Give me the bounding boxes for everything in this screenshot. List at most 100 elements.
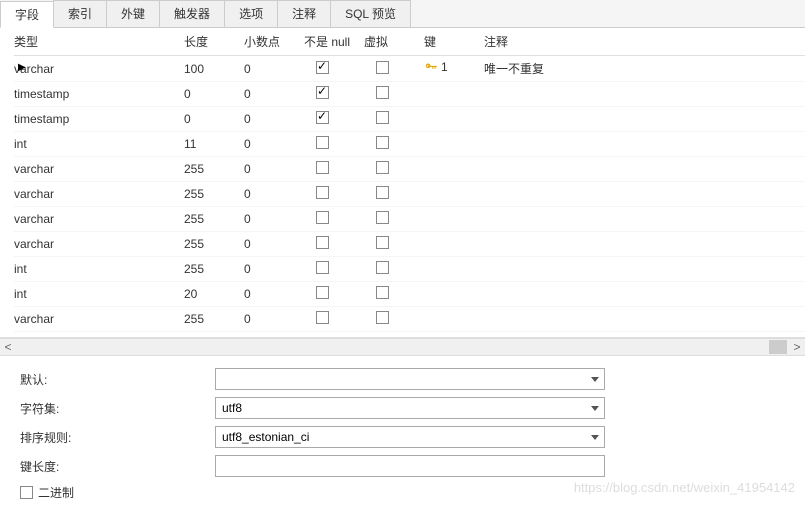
scroll-right-arrow[interactable]: > xyxy=(789,340,805,354)
table-row[interactable]: varchar 255 0 xyxy=(14,207,805,232)
cell-length[interactable]: 11 xyxy=(184,137,196,151)
virtual-checkbox[interactable] xyxy=(376,186,389,199)
cell-decimals[interactable]: 0 xyxy=(244,287,251,301)
table-row[interactable]: varchar 255 0 xyxy=(14,232,805,257)
charset-label: 字符集: xyxy=(20,400,215,417)
default-select[interactable] xyxy=(215,368,605,390)
cell-length[interactable]: 0 xyxy=(184,87,191,101)
cell-type[interactable]: int xyxy=(14,137,27,151)
cell-decimals[interactable]: 0 xyxy=(244,162,251,176)
notnull-checkbox[interactable] xyxy=(316,211,329,224)
tab-0[interactable]: 字段 xyxy=(0,1,54,28)
collation-select[interactable] xyxy=(215,426,605,448)
cell-length[interactable]: 0 xyxy=(184,112,191,126)
cell-type[interactable]: int xyxy=(14,287,27,301)
notnull-checkbox[interactable] xyxy=(316,286,329,299)
notnull-checkbox[interactable] xyxy=(316,311,329,324)
table-row[interactable]: int 20 0 xyxy=(14,282,805,307)
tab-bar: 字段索引外键触发器选项注释SQL 预览 xyxy=(0,0,805,28)
cell-decimals[interactable]: 0 xyxy=(244,187,251,201)
cell-length[interactable]: 255 xyxy=(184,212,204,226)
binary-label: 二进制 xyxy=(38,484,74,501)
col-header-comment[interactable]: 注释 xyxy=(484,28,805,56)
table-row[interactable]: varchar 255 0 xyxy=(14,182,805,207)
tab-2[interactable]: 外键 xyxy=(106,0,160,27)
cell-decimals[interactable]: 0 xyxy=(244,262,251,276)
tab-3[interactable]: 触发器 xyxy=(159,0,225,27)
tab-6[interactable]: SQL 预览 xyxy=(330,0,411,27)
binary-checkbox[interactable] xyxy=(20,486,33,499)
col-header-decimals[interactable]: 小数点 xyxy=(244,28,304,56)
key-length-label: 键长度: xyxy=(20,458,215,475)
virtual-checkbox[interactable] xyxy=(376,286,389,299)
grid-header: 类型 长度 小数点 不是 null 虚拟 键 注释 xyxy=(14,28,805,56)
cell-type[interactable]: varchar xyxy=(14,162,54,176)
table-row[interactable]: varchar 255 0 xyxy=(14,307,805,332)
cell-type[interactable]: timestamp xyxy=(14,87,69,101)
current-row-marker: ▶ xyxy=(18,62,26,73)
horizontal-scrollbar[interactable]: < > xyxy=(0,338,805,356)
virtual-checkbox[interactable] xyxy=(376,86,389,99)
table-row[interactable]: ▶varchar10001唯一不重复 xyxy=(14,56,805,82)
collation-label: 排序规则: xyxy=(20,429,215,446)
virtual-checkbox[interactable] xyxy=(376,311,389,324)
virtual-checkbox[interactable] xyxy=(376,261,389,274)
cell-decimals[interactable]: 0 xyxy=(244,62,251,76)
virtual-checkbox[interactable] xyxy=(376,111,389,124)
charset-select[interactable] xyxy=(215,397,605,419)
notnull-checkbox[interactable] xyxy=(316,261,329,274)
table-row[interactable]: int 11 0 xyxy=(14,132,805,157)
cell-length[interactable]: 255 xyxy=(184,312,204,326)
scroll-thumb[interactable] xyxy=(769,340,787,354)
fields-grid[interactable]: 类型 长度 小数点 不是 null 虚拟 键 注释 ▶ varchar 100 0 1 唯… xyxy=(0,28,805,338)
cell-comment[interactable]: 唯一不重复 xyxy=(484,62,544,76)
tab-4[interactable]: 选项 xyxy=(224,0,278,27)
notnull-checkbox[interactable] xyxy=(316,136,329,149)
table-row[interactable]: timestamp 0 0 xyxy=(14,82,805,107)
cell-type[interactable]: timestamp xyxy=(14,112,69,126)
cell-type[interactable]: int xyxy=(14,262,27,276)
cell-type[interactable]: varchar xyxy=(14,212,54,226)
virtual-checkbox[interactable] xyxy=(376,136,389,149)
default-label: 默认: xyxy=(20,371,215,388)
tab-1[interactable]: 索引 xyxy=(53,0,107,27)
notnull-checkbox[interactable] xyxy=(316,86,329,99)
table-row[interactable]: int 255 0 xyxy=(14,257,805,282)
cell-type[interactable]: varchar xyxy=(14,237,54,251)
cell-length[interactable]: 100 xyxy=(184,62,204,76)
cell-decimals[interactable]: 0 xyxy=(244,212,251,226)
cell-decimals[interactable]: 0 xyxy=(244,312,251,326)
col-header-virtual[interactable]: 虚拟 xyxy=(364,28,424,56)
notnull-checkbox[interactable] xyxy=(316,61,329,74)
key-length-input[interactable] xyxy=(215,455,605,477)
cell-decimals[interactable]: 0 xyxy=(244,137,251,151)
notnull-checkbox[interactable] xyxy=(316,186,329,199)
virtual-checkbox[interactable] xyxy=(376,161,389,174)
cell-decimals[interactable]: 0 xyxy=(244,112,251,126)
col-header-notnull[interactable]: 不是 null xyxy=(304,28,364,56)
cell-length[interactable]: 255 xyxy=(184,187,204,201)
col-header-key[interactable]: 键 xyxy=(424,28,484,56)
scroll-left-arrow[interactable]: < xyxy=(0,340,16,354)
cell-length[interactable]: 255 xyxy=(184,162,204,176)
cell-length[interactable]: 20 xyxy=(184,287,197,301)
cell-length[interactable]: 255 xyxy=(184,262,204,276)
notnull-checkbox[interactable] xyxy=(316,236,329,249)
tab-5[interactable]: 注释 xyxy=(277,0,331,27)
virtual-checkbox[interactable] xyxy=(376,236,389,249)
field-properties-panel: 默认: 字符集: 排序规则: 键长度: 二进制 xyxy=(0,356,805,520)
cell-decimals[interactable]: 0 xyxy=(244,87,251,101)
cell-type[interactable]: varchar xyxy=(14,187,54,201)
table-row[interactable]: timestamp 0 0 xyxy=(14,107,805,132)
primary-key-icon: 1 xyxy=(424,60,448,74)
cell-length[interactable]: 255 xyxy=(184,237,204,251)
cell-type[interactable]: varchar xyxy=(14,312,54,326)
notnull-checkbox[interactable] xyxy=(316,161,329,174)
table-row[interactable]: varchar 255 0 xyxy=(14,157,805,182)
col-header-type[interactable]: 类型 xyxy=(14,28,184,56)
virtual-checkbox[interactable] xyxy=(376,61,389,74)
notnull-checkbox[interactable] xyxy=(316,111,329,124)
cell-decimals[interactable]: 0 xyxy=(244,237,251,251)
col-header-length[interactable]: 长度 xyxy=(184,28,244,56)
virtual-checkbox[interactable] xyxy=(376,211,389,224)
